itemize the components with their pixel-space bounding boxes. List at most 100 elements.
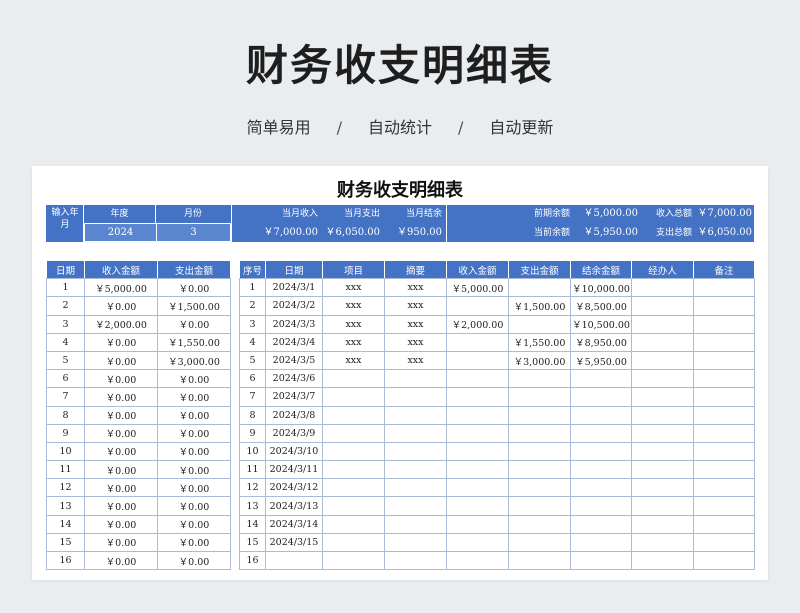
daily-summary-cell[interactable]: ￥0.00	[84, 350, 158, 371]
daily-summary-cell[interactable]: ￥0.00	[84, 405, 158, 425]
transaction-cell[interactable]	[508, 278, 571, 298]
transaction-cell[interactable]	[446, 296, 509, 316]
transaction-cell[interactable]	[446, 478, 509, 498]
daily-summary-cell[interactable]: ￥0.00	[84, 460, 158, 480]
daily-summary-cell[interactable]: 9	[46, 423, 85, 443]
transaction-cell[interactable]	[693, 496, 755, 516]
transaction-cell[interactable]	[693, 387, 755, 407]
transaction-cell[interactable]	[322, 441, 385, 462]
transaction-cell[interactable]	[322, 496, 385, 516]
transaction-cell[interactable]	[322, 423, 385, 443]
transaction-cell[interactable]	[322, 387, 385, 407]
daily-summary-cell[interactable]: ￥0.00	[84, 532, 158, 553]
transaction-cell[interactable]: 2024/3/12	[265, 478, 323, 498]
transaction-cell[interactable]: ￥5,000.00	[446, 278, 509, 298]
transaction-cell[interactable]	[570, 369, 632, 389]
transaction-cell[interactable]: ￥1,500.00	[508, 296, 571, 316]
transaction-cell[interactable]	[508, 460, 571, 480]
transaction-cell[interactable]	[384, 387, 447, 407]
transaction-cell[interactable]: 15	[239, 532, 266, 553]
transaction-cell[interactable]	[693, 532, 755, 553]
transaction-cell[interactable]	[631, 460, 694, 480]
transaction-cell[interactable]	[322, 369, 385, 389]
transaction-cell[interactable]	[508, 369, 571, 389]
transaction-cell[interactable]	[693, 423, 755, 443]
transaction-cell[interactable]: 2024/3/4	[265, 332, 323, 352]
daily-summary-cell[interactable]: ￥0.00	[84, 387, 158, 407]
transaction-cell[interactable]: ￥8,500.00	[570, 296, 632, 316]
transaction-cell[interactable]	[570, 423, 632, 443]
daily-summary-cell[interactable]: ￥2,000.00	[84, 314, 158, 334]
daily-summary-cell[interactable]: ￥0.00	[157, 369, 231, 389]
transaction-cell[interactable]	[265, 550, 323, 571]
transaction-cell[interactable]	[631, 387, 694, 407]
daily-summary-cell[interactable]: 7	[46, 387, 85, 407]
daily-summary-cell[interactable]: 2	[46, 296, 85, 316]
transaction-cell[interactable]	[384, 405, 447, 425]
transaction-cell[interactable]: 7	[239, 387, 266, 407]
transaction-cell[interactable]	[446, 441, 509, 462]
transaction-cell[interactable]	[384, 441, 447, 462]
year-input[interactable]: 2024	[84, 223, 157, 242]
daily-summary-cell[interactable]: 15	[46, 532, 85, 553]
daily-summary-cell[interactable]: ￥0.00	[84, 332, 158, 352]
transaction-cell[interactable]	[570, 532, 632, 553]
transaction-cell[interactable]: ￥3,000.00	[508, 350, 571, 371]
transaction-cell[interactable]	[508, 314, 571, 334]
transaction-cell[interactable]	[446, 423, 509, 443]
transaction-cell[interactable]: xxx	[322, 296, 385, 316]
daily-summary-cell[interactable]: ￥0.00	[157, 423, 231, 443]
transaction-cell[interactable]	[384, 532, 447, 553]
transaction-cell[interactable]	[631, 532, 694, 553]
transaction-cell[interactable]: 2024/3/5	[265, 350, 323, 371]
transaction-cell[interactable]	[693, 350, 755, 371]
transaction-cell[interactable]: 2024/3/1	[265, 278, 323, 298]
transaction-cell[interactable]	[322, 550, 385, 571]
daily-summary-cell[interactable]: ￥0.00	[157, 405, 231, 425]
transaction-cell[interactable]: xxx	[322, 332, 385, 352]
daily-summary-cell[interactable]: ￥0.00	[84, 478, 158, 498]
transaction-cell[interactable]	[322, 514, 385, 534]
daily-summary-cell[interactable]: 5	[46, 350, 85, 371]
daily-summary-cell[interactable]: ￥0.00	[157, 387, 231, 407]
transaction-cell[interactable]: xxx	[384, 350, 447, 371]
transaction-cell[interactable]	[384, 496, 447, 516]
daily-summary-cell[interactable]: 11	[46, 460, 85, 480]
transaction-cell[interactable]: 11	[239, 460, 266, 480]
transaction-cell[interactable]	[631, 496, 694, 516]
transaction-cell[interactable]	[508, 532, 571, 553]
transaction-cell[interactable]	[508, 514, 571, 534]
transaction-cell[interactable]: xxx	[384, 314, 447, 334]
daily-summary-cell[interactable]: ￥1,500.00	[157, 296, 231, 316]
daily-summary-cell[interactable]: ￥0.00	[157, 514, 231, 534]
daily-summary-cell[interactable]: ￥0.00	[157, 278, 231, 298]
transaction-cell[interactable]	[631, 514, 694, 534]
transaction-cell[interactable]: 3	[239, 314, 266, 334]
transaction-cell[interactable]: xxx	[384, 332, 447, 352]
transaction-cell[interactable]	[446, 387, 509, 407]
transaction-cell[interactable]	[508, 441, 571, 462]
transaction-cell[interactable]	[631, 369, 694, 389]
transaction-cell[interactable]: 2024/3/14	[265, 514, 323, 534]
transaction-cell[interactable]	[570, 514, 632, 534]
transaction-cell[interactable]	[693, 314, 755, 334]
transaction-cell[interactable]: 6	[239, 369, 266, 389]
transaction-cell[interactable]: ￥10,000.00	[570, 278, 632, 298]
transaction-cell[interactable]	[384, 550, 447, 571]
daily-summary-cell[interactable]: ￥0.00	[157, 532, 231, 553]
daily-summary-cell[interactable]: 1	[46, 278, 85, 298]
transaction-cell[interactable]	[631, 278, 694, 298]
daily-summary-cell[interactable]: ￥0.00	[157, 441, 231, 462]
transaction-cell[interactable]	[693, 278, 755, 298]
daily-summary-cell[interactable]: 3	[46, 314, 85, 334]
daily-summary-cell[interactable]: ￥0.00	[84, 296, 158, 316]
daily-summary-cell[interactable]: ￥0.00	[84, 441, 158, 462]
transaction-cell[interactable]	[446, 332, 509, 352]
transaction-cell[interactable]: 1	[239, 278, 266, 298]
transaction-cell[interactable]	[322, 478, 385, 498]
transaction-cell[interactable]	[631, 332, 694, 352]
daily-summary-cell[interactable]: ￥0.00	[84, 514, 158, 534]
daily-summary-cell[interactable]: ￥0.00	[157, 550, 231, 571]
transaction-cell[interactable]: ￥5,950.00	[570, 350, 632, 371]
transaction-cell[interactable]: 16	[239, 550, 266, 571]
